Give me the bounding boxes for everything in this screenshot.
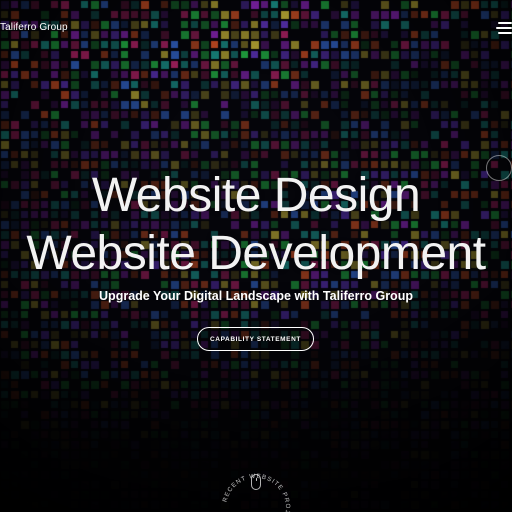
capability-statement-button[interactable]: CAPABILITY STATEMENT bbox=[197, 327, 314, 351]
headline-line-2: Website Development bbox=[26, 227, 486, 280]
hero-section: Taliferro Group Website Design Website D… bbox=[0, 0, 512, 512]
hero-subtitle: Upgrade Your Digital Landscape with Tali… bbox=[99, 289, 413, 303]
menu-bar-bottom bbox=[498, 32, 512, 34]
mouse-scroll-icon[interactable] bbox=[251, 474, 261, 490]
menu-bar-top bbox=[498, 22, 512, 24]
menu-bar-middle bbox=[496, 27, 512, 29]
hamburger-menu-icon[interactable] bbox=[496, 20, 512, 36]
mouse-wheel bbox=[255, 478, 257, 481]
brand-logo-text[interactable]: Taliferro Group bbox=[0, 22, 68, 33]
headline-line-1: Website Design bbox=[91, 169, 421, 222]
